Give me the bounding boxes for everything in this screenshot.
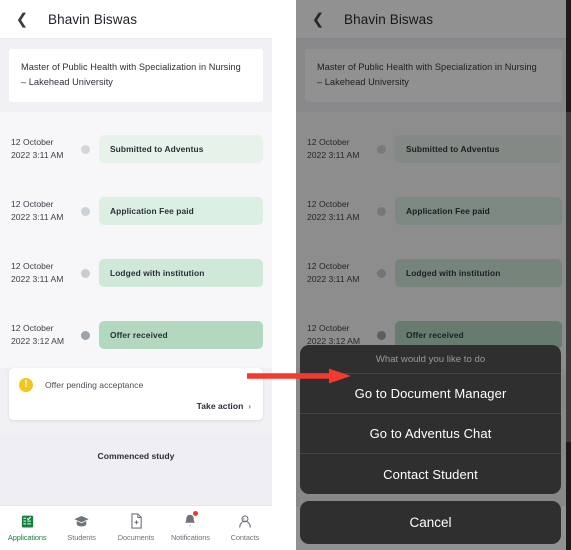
- timeline-date-line1: 12 October: [11, 261, 54, 271]
- action-sheet-option-contact-student[interactable]: Contact Student: [300, 454, 561, 494]
- exclamation-icon: !: [19, 378, 33, 392]
- course-name: Master of Public Health with Specializat…: [21, 62, 241, 72]
- timeline-date-line2: 2022 3:11 AM: [11, 274, 64, 284]
- nav-item-notifications[interactable]: Notifications: [163, 511, 217, 542]
- application-scroll-body-left[interactable]: Master of Public Health with Specializat…: [0, 39, 272, 550]
- nav-label-students: Students: [67, 533, 96, 542]
- timeline-dot-wrap: [71, 144, 99, 154]
- timeline-date-line2: 2022 3:11 AM: [11, 150, 64, 160]
- timeline-dot-icon: [80, 144, 90, 154]
- status-timeline: 12 October 2022 3:11 AM Submitted to Adv…: [0, 112, 272, 368]
- document-add-icon: [130, 511, 143, 531]
- timeline-status-chip: Lodged with institution: [99, 259, 263, 287]
- nav-label-contacts: Contacts: [230, 533, 260, 542]
- nav-label-applications: Applications: [7, 533, 47, 542]
- page-title: Bhavin Biswas: [48, 11, 138, 27]
- take-action-button[interactable]: Take action ›: [19, 401, 251, 411]
- timeline-row[interactable]: 12 October 2022 3:12 AM Offer received: [0, 304, 272, 366]
- nav-item-documents[interactable]: Documents: [109, 511, 163, 542]
- timeline-status-label: Offer received: [110, 330, 168, 340]
- timeline-date: 12 October 2022 3:11 AM: [11, 198, 71, 224]
- action-sheet-cancel-button[interactable]: Cancel: [300, 501, 561, 544]
- take-action-label: Take action: [196, 401, 244, 411]
- system-scrollbar[interactable]: [566, 0, 571, 550]
- timeline-dot-wrap: [71, 330, 99, 340]
- action-sheet-option-adventus-chat[interactable]: Go to Adventus Chat: [300, 414, 561, 454]
- offer-pending-card[interactable]: ! Offer pending acceptance Take action ›: [9, 368, 263, 420]
- chevron-right-icon: ›: [248, 402, 251, 411]
- timeline-status-chip: Submitted to Adventus: [99, 135, 263, 163]
- timeline-dot-icon: [80, 206, 90, 216]
- nav-item-students[interactable]: Students: [54, 511, 108, 542]
- timeline-date-line1: 12 October: [11, 137, 54, 147]
- timeline-date-line2: 2022 3:12 AM: [11, 336, 65, 346]
- app-header-left: ❮ Bhavin Biswas: [0, 0, 272, 39]
- timeline-status-label: Application Fee paid: [110, 206, 194, 216]
- timeline-dot-icon: [80, 330, 90, 340]
- phone-screen-after: ❮ Bhavin Biswas Master of Public Health …: [296, 0, 571, 550]
- offer-pending-label: Offer pending acceptance: [45, 380, 144, 390]
- timeline-date: 12 October 2022 3:12 AM: [11, 322, 71, 348]
- timeline-date: 12 October 2022 3:11 AM: [11, 260, 71, 286]
- timeline-dot-icon: [80, 268, 90, 278]
- nav-item-applications[interactable]: Applications: [0, 511, 54, 542]
- course-card[interactable]: Master of Public Health with Specializat…: [9, 49, 263, 102]
- contact-person-icon: [237, 511, 253, 531]
- system-scrollbar-thumb[interactable]: [566, 112, 571, 442]
- commenced-study-label: Commenced study: [97, 451, 175, 461]
- course-institution: – Lakehead University: [21, 77, 113, 87]
- timeline-status-label: Lodged with institution: [110, 268, 205, 278]
- commenced-study-block: Commenced study: [0, 434, 272, 510]
- timeline-row[interactable]: 12 October 2022 3:11 AM Submitted to Adv…: [0, 118, 272, 180]
- timeline-dot-wrap: [71, 268, 99, 278]
- screenshot-stage: ❮ Bhavin Biswas Master of Public Health …: [0, 0, 571, 550]
- timeline-status-label: Submitted to Adventus: [110, 144, 204, 154]
- timeline-status-chip: Application Fee paid: [99, 197, 263, 225]
- timeline-row[interactable]: 12 October 2022 3:11 AM Application Fee …: [0, 180, 272, 242]
- timeline-row[interactable]: 12 October 2022 3:11 AM Lodged with inst…: [0, 242, 272, 304]
- phone-screen-before: ❮ Bhavin Biswas Master of Public Health …: [0, 0, 272, 550]
- bottom-navigation-left: Applications Students Documents Notifica…: [0, 505, 272, 550]
- timeline-date: 12 October 2022 3:11 AM: [11, 136, 71, 162]
- nav-label-documents: Documents: [117, 533, 155, 542]
- red-arrow-right-icon: [247, 368, 351, 384]
- offer-pending-row: ! Offer pending acceptance: [19, 378, 251, 392]
- notification-badge-dot: [192, 511, 198, 516]
- timeline-date-line1: 12 October: [11, 199, 54, 209]
- nav-item-contacts[interactable]: Contacts: [218, 511, 272, 542]
- timeline-date-line1: 12 October: [11, 323, 54, 333]
- timeline-date-line2: 2022 3:11 AM: [11, 212, 64, 222]
- timeline-status-chip: Offer received: [99, 321, 263, 349]
- nav-label-notifications: Notifications: [170, 533, 210, 542]
- applications-checklist-icon: [20, 511, 35, 531]
- chevron-left-icon[interactable]: ❮: [14, 11, 30, 27]
- timeline-dot-wrap: [71, 206, 99, 216]
- graduation-cap-icon: [73, 511, 90, 531]
